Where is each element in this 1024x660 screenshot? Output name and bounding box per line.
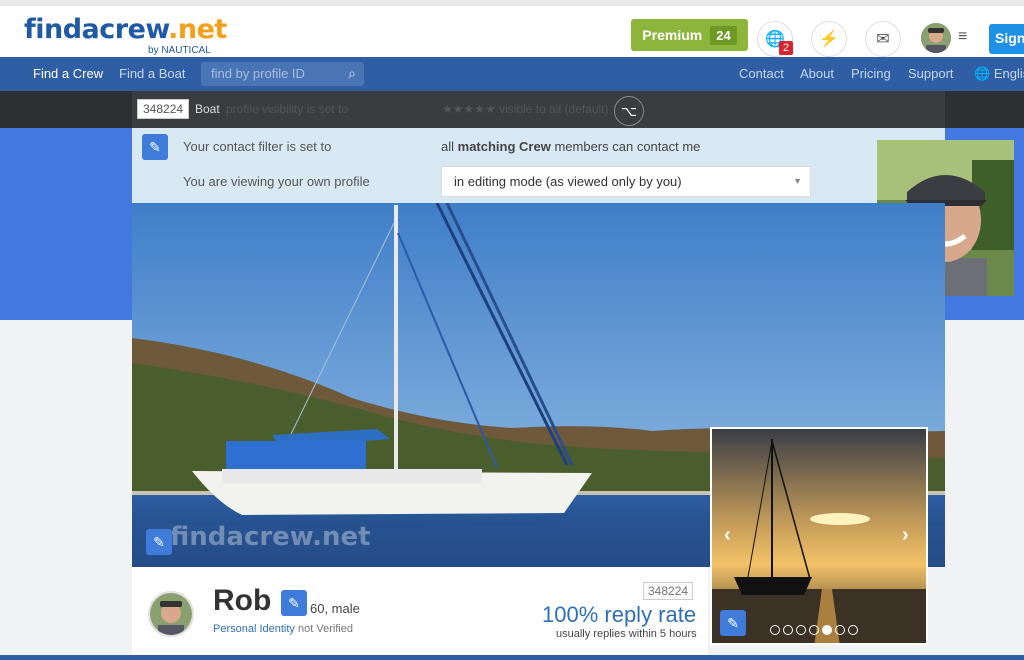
language-label: Englis xyxy=(993,66,1024,81)
profile-type-label: Boat xyxy=(195,102,220,116)
share-icon: ⌥ xyxy=(620,102,638,119)
user-avatar[interactable] xyxy=(921,23,951,53)
globe-icon: 🌐 xyxy=(974,66,991,81)
gallery-dot[interactable] xyxy=(848,625,858,635)
gallery-prev-arrow[interactable]: ‹ xyxy=(724,524,731,547)
viewing-mode-value: in editing mode (as viewed only by you) xyxy=(454,174,682,189)
gallery-dot[interactable] xyxy=(783,625,793,635)
premium-label: Premium xyxy=(642,27,703,43)
profile-avatar[interactable] xyxy=(148,591,194,637)
envelope-icon: ✉ xyxy=(876,31,890,48)
nav-find-crew[interactable]: Find a Crew xyxy=(33,66,103,81)
viewing-mode-select[interactable]: in editing mode (as viewed only by you) … xyxy=(441,166,811,197)
identity-status: Personal Identity not Verified xyxy=(213,623,353,635)
gallery-dots xyxy=(770,625,858,635)
search-icon[interactable]: ⌕ xyxy=(348,65,356,82)
nav-pricing[interactable]: Pricing xyxy=(851,66,891,81)
nav-find-boat[interactable]: Find a Boat xyxy=(119,66,186,81)
reply-rate: 100% reply rate xyxy=(542,602,697,627)
profile-age-gender: 60, male xyxy=(310,601,360,616)
gallery-next-arrow[interactable]: › xyxy=(902,524,909,547)
gallery-dot[interactable] xyxy=(770,625,780,635)
pencil-icon: ✎ xyxy=(153,533,165,550)
bolt-icon: ⚡ xyxy=(819,31,839,48)
logo-text: findacrew xyxy=(24,14,169,45)
contact-filter-label: Your contact filter is set to xyxy=(183,139,332,154)
pencil-icon: ✎ xyxy=(149,138,161,155)
visibility-label: profile visibility is set to xyxy=(226,102,349,116)
nav-contact[interactable]: Contact xyxy=(739,66,784,81)
search-placeholder: find by profile ID xyxy=(211,66,305,81)
share-button[interactable]: ⌥ xyxy=(614,96,644,126)
pencil-icon: ✎ xyxy=(727,614,739,631)
gallery-dot[interactable] xyxy=(835,625,845,635)
edit-boat-photo-button[interactable]: ✎ xyxy=(146,529,172,555)
main-nav: Find a Crew Find a Boat find by profile … xyxy=(0,57,1024,91)
edit-contact-filter-button[interactable]: ✎ xyxy=(142,134,168,160)
hamburger-icon[interactable]: ≡ xyxy=(958,28,967,46)
nav-about[interactable]: About xyxy=(800,66,834,81)
site-logo[interactable]: findacrew.net by NAUTICAL xyxy=(24,14,227,56)
contact-filter-prefix: all xyxy=(441,139,455,154)
photo-watermark: findacrew.net xyxy=(170,522,371,552)
identity-status-text: not Verified xyxy=(298,623,354,635)
messages-button[interactable]: ✉ xyxy=(865,21,901,57)
contact-filter-value: all matching Crew members can contact me xyxy=(441,139,700,154)
gallery-dot-active[interactable] xyxy=(822,625,832,635)
profile-id-chip: 348224 xyxy=(137,99,190,119)
visibility-value: ★★★★★ visible to all (default) xyxy=(442,102,609,116)
premium-button[interactable]: Premium 24 xyxy=(631,19,748,51)
signin-button[interactable]: Sign xyxy=(989,24,1024,54)
premium-count-badge: 24 xyxy=(710,25,737,45)
identity-link[interactable]: Personal Identity xyxy=(213,623,295,635)
gallery-dot[interactable] xyxy=(796,625,806,635)
contact-filter-suffix: members can contact me xyxy=(554,139,701,154)
profile-name: Rob xyxy=(213,584,272,617)
logo-net: net xyxy=(177,14,227,45)
edit-gallery-button[interactable]: ✎ xyxy=(720,610,746,636)
notifications-button[interactable]: 🌐 2 xyxy=(757,21,794,57)
profile-id-search[interactable]: find by profile ID ⌕ xyxy=(201,62,364,86)
profile-id-badge: 348224 xyxy=(643,582,694,600)
nav-language[interactable]: 🌐 Englis xyxy=(974,66,1024,82)
contact-filter-bold: matching Crew xyxy=(457,139,551,154)
viewing-mode-label: You are viewing your own profile xyxy=(183,174,370,189)
top-header: findacrew.net by NAUTICAL Premium 24 🌐 2… xyxy=(0,0,1024,57)
pencil-icon: ✎ xyxy=(288,594,300,611)
edit-profile-button[interactable]: ✎ xyxy=(281,590,307,616)
chevron-down-icon: ▼ xyxy=(793,176,802,186)
activity-button[interactable]: ⚡ xyxy=(811,21,847,57)
logo-subtitle: by NAUTICAL xyxy=(148,45,211,56)
notification-count-badge: 2 xyxy=(779,41,794,55)
bottom-border xyxy=(0,655,1024,660)
logo-dot: . xyxy=(168,14,178,45)
gallery-dot[interactable] xyxy=(809,625,819,635)
reply-time: usually replies within 5 hours xyxy=(556,628,697,640)
nav-support[interactable]: Support xyxy=(908,66,954,81)
